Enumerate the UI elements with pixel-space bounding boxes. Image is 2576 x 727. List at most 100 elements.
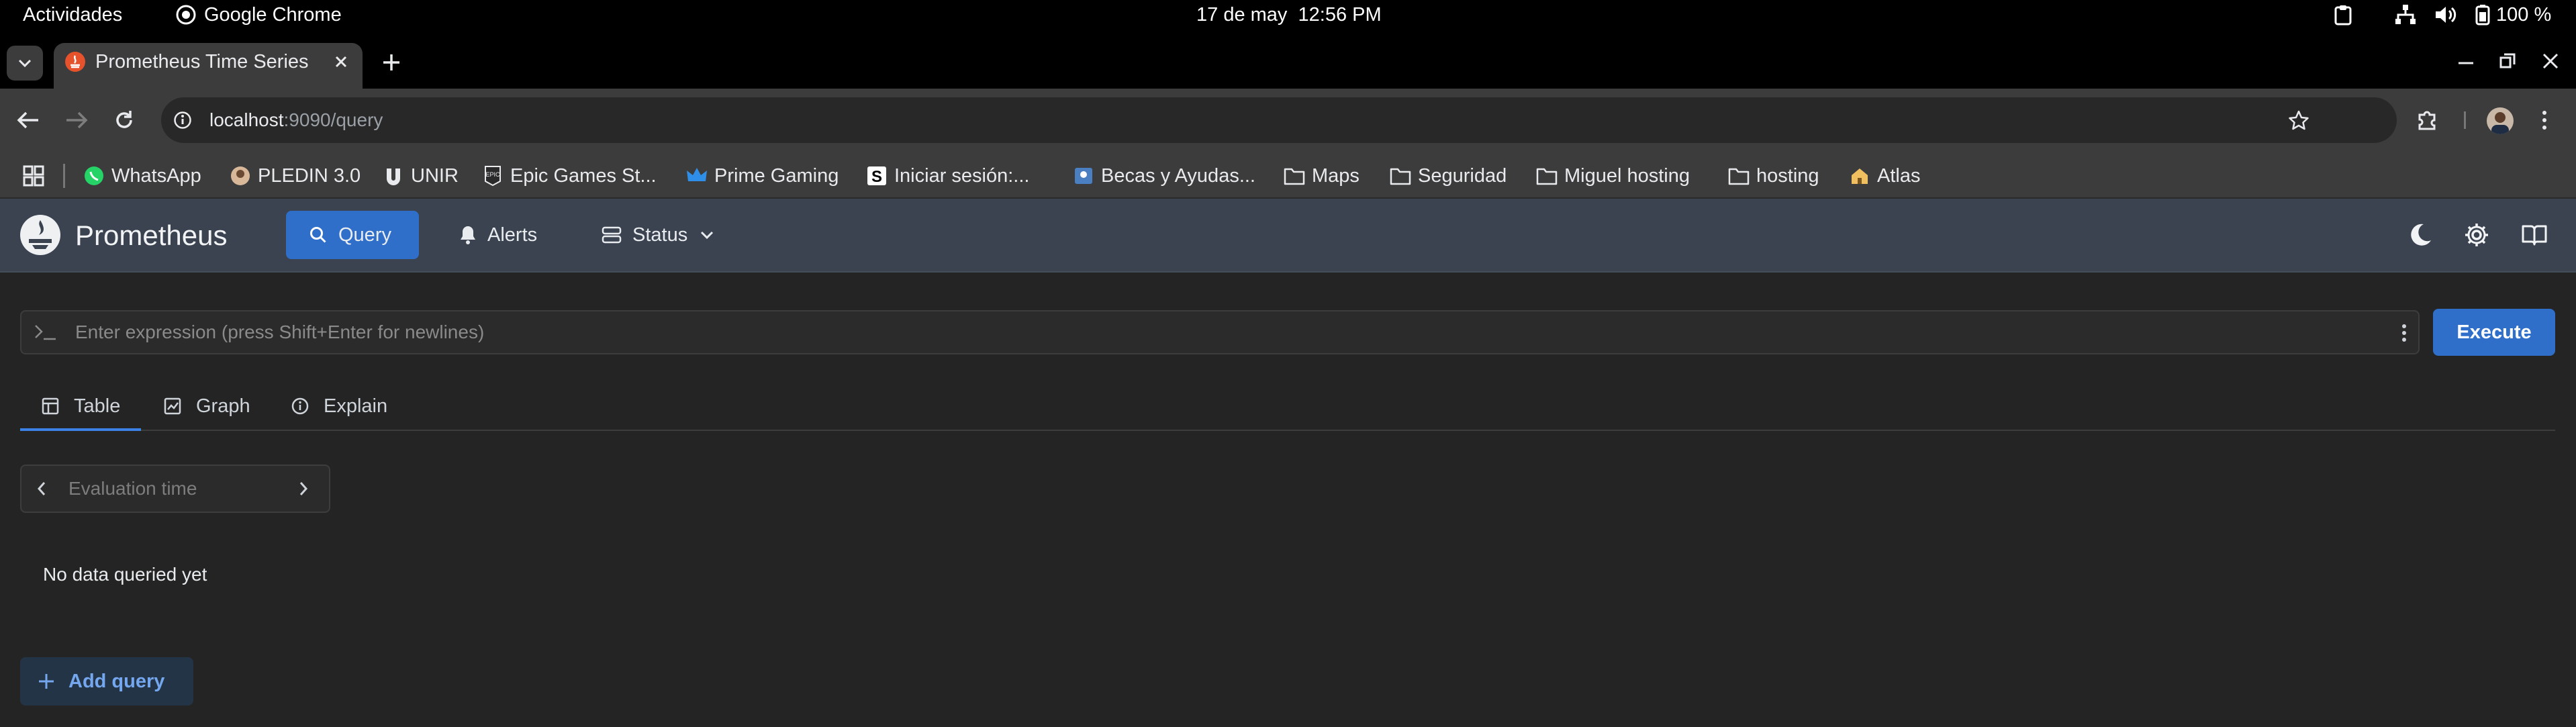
reload-icon[interactable] <box>113 109 136 132</box>
nav-status-label: Status <box>632 224 688 246</box>
evaluation-time-placeholder: Evaluation time <box>68 478 197 499</box>
whatsapp-icon <box>83 165 105 187</box>
folder-icon <box>1536 165 1558 187</box>
bookmark-folder-maps[interactable]: Maps <box>1284 153 1359 199</box>
gear-icon <box>2463 222 2490 248</box>
execute-button[interactable]: Execute <box>2433 309 2555 356</box>
chevron-right-icon[interactable] <box>298 481 309 497</box>
restore-icon[interactable] <box>2499 52 2516 70</box>
info-icon <box>291 397 309 415</box>
folder-icon <box>1284 165 1305 187</box>
address-bar[interactable]: localhost:9090/query <box>161 97 2397 143</box>
bookmark-label: Seguridad <box>1418 164 1507 187</box>
bookmark-folder-seguridad[interactable]: Seguridad <box>1390 153 1507 199</box>
app-menu[interactable]: Google Chrome <box>204 0 342 30</box>
bookmark-label: PLEDIN 3.0 <box>258 164 361 187</box>
url-path: :9090/query <box>283 109 383 130</box>
unir-icon <box>383 165 404 187</box>
url-text: localhost:9090/query <box>209 97 383 143</box>
chart-icon <box>164 397 181 415</box>
prometheus-favicon <box>64 51 86 72</box>
tab-title: Prometheus Time Series <box>95 51 309 72</box>
profile-avatar[interactable] <box>2487 107 2514 134</box>
pledin-icon <box>230 165 251 187</box>
extensions-icon[interactable] <box>2416 108 2438 131</box>
nav-status-dropdown[interactable]: Status <box>596 211 737 259</box>
no-data-message: No data queried yet <box>43 564 207 585</box>
plus-icon <box>38 673 55 690</box>
bookmark-iniciar-sesion[interactable]: S Iniciar sesión:... <box>866 153 1029 199</box>
bookmark-label: hosting <box>1756 164 1819 187</box>
bookmarks-divider <box>63 164 65 188</box>
add-query-button[interactable]: Add query <box>20 657 193 706</box>
crown-icon <box>686 165 708 187</box>
bookmark-label: Prime Gaming <box>714 164 839 187</box>
documentation-button[interactable] <box>2511 211 2558 258</box>
battery-icon[interactable] <box>2475 4 2491 26</box>
battery-percent: 100 % <box>2496 4 2552 26</box>
prometheus-logo-icon[interactable] <box>19 213 62 256</box>
network-icon[interactable] <box>2394 4 2417 26</box>
clipboard-icon[interactable] <box>2334 4 2352 26</box>
clock[interactable]: 17 de may 12:56 PM <box>1196 0 1382 30</box>
chrome-menu-icon[interactable] <box>2540 109 2548 132</box>
bookmark-epic-games[interactable]: EPIC Epic Games St... <box>482 153 657 199</box>
volume-icon[interactable] <box>2434 5 2457 25</box>
terminal-prompt-icon <box>34 323 58 342</box>
settings-button[interactable] <box>2453 211 2500 258</box>
s-logo-icon: S <box>866 165 888 187</box>
tab-graph-label: Graph <box>196 395 250 417</box>
nav-alerts-button[interactable]: Alerts <box>454 211 555 259</box>
atlas-icon <box>1849 165 1870 187</box>
tab-graph[interactable]: Graph <box>164 385 250 427</box>
back-arrow-icon[interactable] <box>16 110 40 130</box>
chevron-left-icon[interactable] <box>36 481 47 497</box>
nav-alerts-label: Alerts <box>487 224 538 246</box>
server-icon <box>602 226 622 244</box>
folder-icon <box>1728 165 1750 187</box>
forward-arrow-icon[interactable] <box>64 110 89 130</box>
bookmark-whatsapp[interactable]: WhatsApp <box>83 153 201 199</box>
chevron-down-icon <box>18 59 32 68</box>
tab-explain[interactable]: Explain <box>291 385 387 427</box>
book-icon <box>2521 224 2548 246</box>
evaluation-time-input[interactable]: Evaluation time <box>20 465 330 513</box>
table-icon <box>42 397 59 415</box>
bookmark-star-icon[interactable] <box>2288 109 2309 131</box>
minimize-icon[interactable] <box>2457 59 2475 66</box>
close-window-icon[interactable] <box>2542 52 2559 70</box>
active-tab-indicator <box>20 428 141 431</box>
bookmark-folder-hosting[interactable]: hosting <box>1728 153 1819 199</box>
tab-table[interactable]: Table <box>42 385 120 427</box>
browser-tab[interactable]: Prometheus Time Series <box>54 43 363 89</box>
new-tab-icon[interactable] <box>381 52 401 72</box>
expression-input[interactable]: Enter expression (press Shift+Enter for … <box>20 310 2420 354</box>
tab-explain-label: Explain <box>324 395 388 417</box>
bookmark-becas[interactable]: Becas y Ayudas... <box>1073 153 1255 199</box>
brand-title[interactable]: Prometheus <box>75 199 227 273</box>
bookmark-label: WhatsApp <box>111 164 201 187</box>
bookmark-label: Miguel hosting <box>1564 164 1690 187</box>
bookmark-pledin[interactable]: PLEDIN 3.0 <box>230 153 361 199</box>
close-tab-icon[interactable] <box>332 52 350 71</box>
svg-text:EPIC: EPIC <box>485 171 500 178</box>
url-host: localhost <box>209 109 284 130</box>
bookmark-label: Maps <box>1312 164 1359 187</box>
theme-toggle-button[interactable] <box>2397 211 2444 258</box>
tab-search-button[interactable] <box>7 46 43 81</box>
bookmark-unir[interactable]: UNIR <box>383 153 459 199</box>
time-text: 12:56 PM <box>1298 4 1382 26</box>
bookmark-folder-miguel-hosting[interactable]: Miguel hosting <box>1536 153 1690 199</box>
more-options-icon[interactable] <box>2401 323 2407 343</box>
bookmark-label: Iniciar sesión:... <box>894 164 1030 187</box>
apps-grid-icon[interactable] <box>23 165 44 187</box>
bookmark-label: Atlas <box>1877 164 1921 187</box>
bookmark-label: UNIR <box>411 164 459 187</box>
bookmark-label: Becas y Ayudas... <box>1101 164 1255 187</box>
bookmark-atlas[interactable]: Atlas <box>1849 153 1920 199</box>
expression-placeholder: Enter expression (press Shift+Enter for … <box>75 322 485 342</box>
nav-query-button[interactable]: Query <box>286 211 419 259</box>
bookmark-prime-gaming[interactable]: Prime Gaming <box>686 153 839 199</box>
activities-button[interactable]: Actividades <box>23 0 122 30</box>
site-info-icon[interactable] <box>173 111 192 130</box>
